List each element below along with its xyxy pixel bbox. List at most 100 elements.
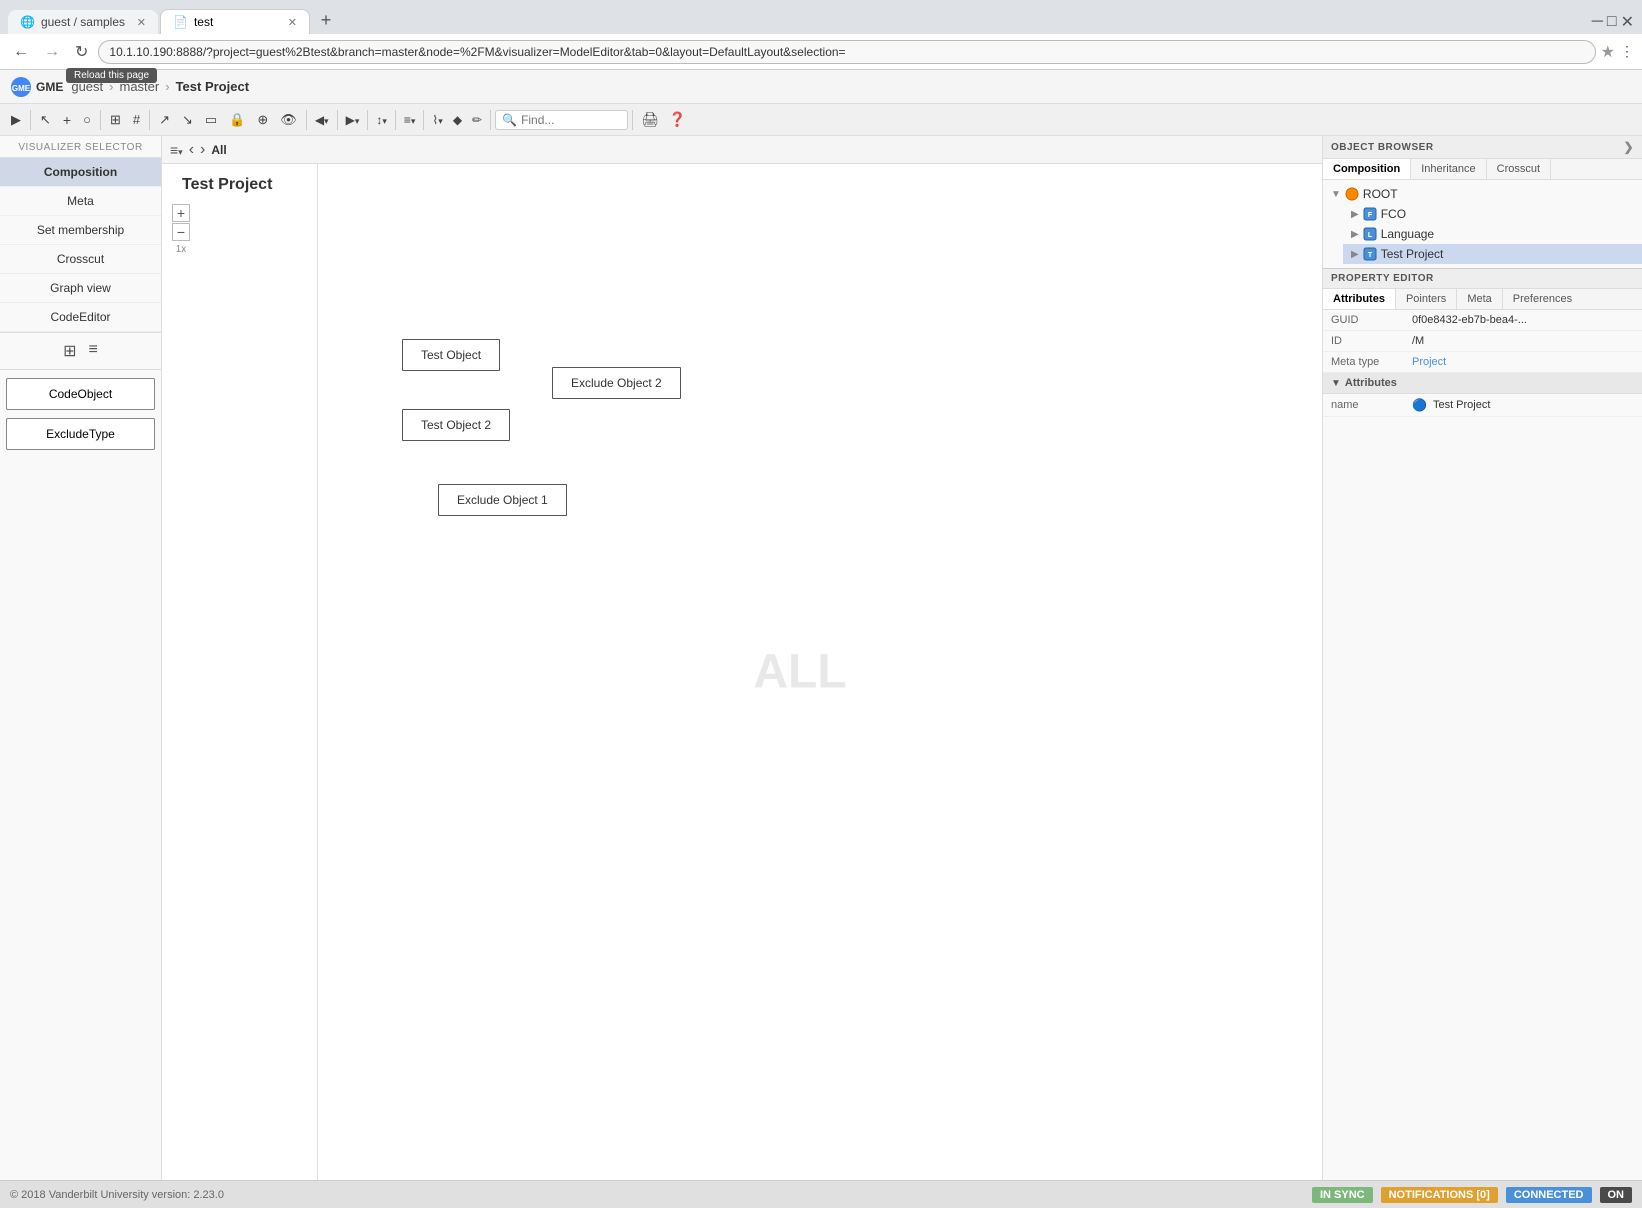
- url-bar[interactable]: 10.1.10.190:8888/?project=guest%2Btest&b…: [98, 40, 1595, 64]
- sidebar-item-graph-view[interactable]: Graph view: [0, 274, 161, 303]
- prop-row-metatype: Meta type Project: [1323, 352, 1642, 373]
- prop-label-name: name: [1331, 399, 1406, 411]
- tab-close-1[interactable]: ✕: [137, 16, 146, 29]
- tab-test[interactable]: 📄 test ✕: [160, 9, 310, 34]
- toolbar-sep-9: [490, 110, 491, 130]
- tab-crosscut[interactable]: Crosscut: [1487, 159, 1551, 179]
- visualizer-selector-label: VISUALIZER SELECTOR: [0, 136, 161, 158]
- tab-samples[interactable]: 🌐 guest / samples ✕: [8, 10, 158, 34]
- breadcrumb-project[interactable]: Test Project: [176, 79, 249, 94]
- toolbar-cursor-button[interactable]: ↖: [35, 109, 56, 131]
- prop-value-guid: 0f0e8432-eb7b-bea4-...: [1412, 314, 1634, 326]
- toolbar-diag1-button[interactable]: ↗: [154, 109, 175, 131]
- toolbar-diamond-button[interactable]: ◆: [449, 111, 466, 129]
- toolbar-sep-3: [149, 110, 150, 130]
- toolbar-redo-button[interactable]: ▶▾: [342, 111, 364, 129]
- svg-text:L: L: [1368, 232, 1373, 239]
- root-node-icon: [1345, 187, 1359, 201]
- reload-button[interactable]: ↻ Reload this page: [70, 40, 93, 64]
- toolbar-diag2-button[interactable]: ↘: [177, 109, 198, 131]
- tab-composition[interactable]: Composition: [1323, 159, 1411, 179]
- canvas-area[interactable]: Test Project + − 1x Test Object Exclude …: [162, 164, 1322, 1180]
- tab-inheritance[interactable]: Inheritance: [1411, 159, 1486, 179]
- sidebar-view-icons: ⊞ ≡: [0, 332, 161, 370]
- toolbar-circle-button[interactable]: ○: [78, 109, 96, 130]
- sidebar-item-crosscut[interactable]: Crosscut: [0, 245, 161, 274]
- sidebar-code-object[interactable]: CodeObject: [6, 378, 155, 410]
- tree-item-test-project[interactable]: ▶ T Test Project: [1343, 244, 1642, 264]
- fco-expand-icon: ▶: [1351, 209, 1359, 220]
- zoom-in-button[interactable]: +: [172, 204, 190, 222]
- canvas-tab-all[interactable]: All: [211, 143, 226, 157]
- sidebar-item-composition[interactable]: Composition: [0, 158, 161, 187]
- toolbar-lock-button[interactable]: 🔒: [224, 109, 250, 131]
- grid-view-icon[interactable]: ⊞: [63, 341, 76, 361]
- lang-expand-icon: ▶: [1351, 229, 1359, 240]
- canvas-next-button[interactable]: ›: [200, 141, 205, 159]
- toolbar-flow-button[interactable]: ⌇▾: [428, 111, 446, 129]
- canvas-object-test-object[interactable]: Test Object: [402, 339, 500, 371]
- toolbar-pencil-button[interactable]: ✏: [468, 111, 486, 129]
- canvas-object-exclude-object-2[interactable]: Exclude Object 2: [552, 367, 681, 399]
- sidebar-item-set-membership[interactable]: Set membership: [0, 216, 161, 245]
- toolbar-eye-button[interactable]: 👁: [275, 109, 302, 131]
- canvas-object-test-object-2[interactable]: Test Object 2: [402, 409, 510, 441]
- toolbar-help-button[interactable]: ❓: [665, 109, 690, 130]
- toolbar-sep-2: [100, 110, 101, 130]
- toolbar-hash-button[interactable]: #: [128, 109, 145, 130]
- search-icon: 🔍: [502, 113, 517, 127]
- close-window-button[interactable]: ✕: [1621, 12, 1634, 32]
- sidebar-item-code-editor[interactable]: CodeEditor: [0, 303, 161, 332]
- back-button[interactable]: ←: [8, 41, 34, 63]
- tab-label-2: test: [194, 15, 213, 29]
- settings-button[interactable]: ⋮: [1620, 43, 1634, 60]
- tab-pointers[interactable]: Pointers: [1396, 289, 1457, 309]
- tab-preferences[interactable]: Preferences: [1503, 289, 1582, 309]
- canvas-all-watermark: ALL: [753, 645, 846, 700]
- object-browser-header: OBJECT BROWSER ❯: [1323, 136, 1642, 159]
- tab-attributes[interactable]: Attributes: [1323, 289, 1396, 309]
- find-input[interactable]: [521, 113, 621, 127]
- status-in-sync-badge: IN SYNC: [1312, 1187, 1373, 1203]
- zoom-out-button[interactable]: −: [172, 223, 190, 241]
- toolbar-undo-button[interactable]: ◀▾: [311, 111, 333, 129]
- toolbar-play-button[interactable]: ▶: [6, 109, 26, 131]
- tree-item-language[interactable]: ▶ L Language: [1343, 224, 1642, 244]
- list-view-icon[interactable]: ≡: [89, 341, 98, 361]
- status-on-badge[interactable]: ON: [1600, 1187, 1633, 1203]
- minimize-button[interactable]: ─: [1592, 13, 1603, 31]
- toolbar-print-button[interactable]: 🖨: [637, 109, 663, 130]
- forward-button[interactable]: →: [39, 41, 65, 63]
- sidebar-objects-panel: CodeObject ExcludeType: [0, 370, 161, 466]
- status-copyright: © 2018 Vanderbilt University version: 2.…: [10, 1189, 224, 1201]
- tab-meta[interactable]: Meta: [1457, 289, 1502, 309]
- toolbar-align-button[interactable]: ≡▾: [400, 111, 420, 129]
- prop-value-metatype[interactable]: Project: [1412, 356, 1634, 368]
- status-notifications-badge[interactable]: NOTIFICATIONS [0]: [1381, 1187, 1498, 1203]
- prop-section-attributes[interactable]: ▼ Attributes: [1323, 373, 1642, 394]
- toolbar-grid-button[interactable]: ⊞: [105, 109, 126, 131]
- new-tab-button[interactable]: +: [312, 6, 340, 34]
- bookmark-button[interactable]: ★: [1601, 42, 1615, 62]
- tree-item-fco[interactable]: ▶ F FCO: [1343, 204, 1642, 224]
- panel-collapse-icon[interactable]: ❯: [1623, 140, 1634, 154]
- toolbar-updown-button[interactable]: ↕▾: [372, 111, 391, 129]
- sidebar-item-meta[interactable]: Meta: [0, 187, 161, 216]
- tree-area: ▼ ROOT ▶ F FCO ▶ L Language: [1323, 180, 1642, 268]
- canvas-object-exclude-object-1[interactable]: Exclude Object 1: [438, 484, 567, 516]
- toolbar-rect-button[interactable]: ▭: [200, 109, 222, 131]
- tab-bar: 🌐 guest / samples ✕ 📄 test ✕ + ─ □ ✕: [0, 0, 1642, 34]
- fco-node-icon: F: [1363, 207, 1377, 221]
- toolbar-add-button[interactable]: +: [58, 109, 76, 131]
- tab-close-2[interactable]: ✕: [288, 16, 297, 29]
- tree-root-label: ROOT: [1363, 187, 1398, 201]
- toolbar-find: 🔍: [495, 110, 628, 130]
- canvas-list-icon[interactable]: ≡▾: [170, 142, 183, 158]
- toolbar-sep-4: [306, 110, 307, 130]
- sidebar-exclude-type[interactable]: ExcludeType: [6, 418, 155, 450]
- status-connected-badge: CONNECTED: [1506, 1187, 1592, 1203]
- maximize-button[interactable]: □: [1607, 13, 1617, 31]
- canvas-prev-button[interactable]: ‹: [189, 141, 194, 159]
- toolbar-plus2-button[interactable]: ⊕: [252, 109, 273, 131]
- tree-item-root[interactable]: ▼ ROOT: [1323, 184, 1642, 204]
